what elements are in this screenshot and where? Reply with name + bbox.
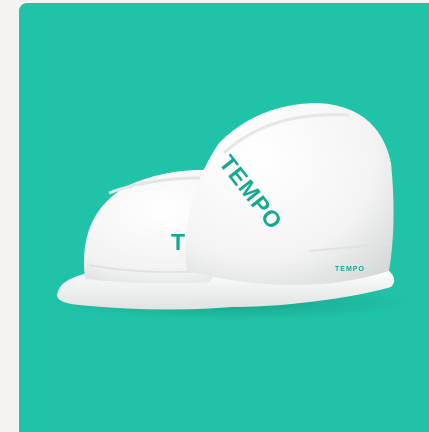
front-helmet-side-label: TEMPO — [335, 266, 365, 273]
front-helmet-shell — [185, 103, 394, 285]
front-helmet: TEMPO TEMPO — [185, 103, 395, 307]
hard-hats-illustration: TE TEMPO TEMPO — [49, 103, 419, 321]
product-photo: TE TEMPO TEMPO — [19, 3, 429, 432]
